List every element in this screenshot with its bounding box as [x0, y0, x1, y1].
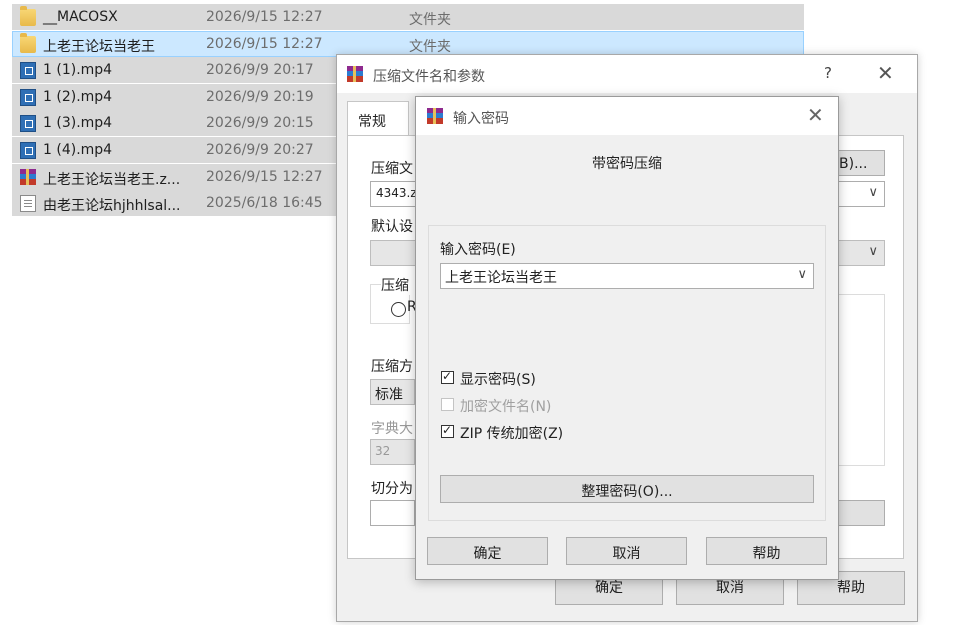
file-row-selected[interactable]: 上老王论坛当老王 2026/9/15 12:27 文件夹: [12, 30, 804, 57]
winrar-icon: [427, 108, 443, 124]
format-group-label: 压缩: [381, 275, 411, 295]
video-file-icon: [20, 88, 36, 106]
file-name: 上老王论坛当老王.z...: [43, 171, 181, 188]
file-name: 1 (2).mp4: [43, 88, 113, 105]
winrar-icon: [347, 66, 363, 82]
close-icon[interactable]: ✕: [807, 103, 824, 127]
title-bar: 输入密码 ✕: [416, 97, 838, 135]
organize-passwords-button[interactable]: 整理密码(O)...: [440, 475, 814, 503]
chevron-down-icon: ∨: [868, 244, 878, 259]
dictionary-size-value: 32: [375, 444, 391, 458]
format-group: 压缩 R: [370, 275, 417, 324]
chevron-down-icon: ∨: [797, 267, 807, 282]
method-combo[interactable]: 标准: [370, 379, 415, 405]
file-name: 1 (3).mp4: [43, 115, 113, 132]
video-file-icon: [20, 115, 36, 133]
help-button[interactable]: 帮助: [706, 537, 827, 565]
file-name: 由老王论坛hjhhlsal...: [43, 198, 181, 215]
split-label: 切分为: [371, 481, 413, 497]
help-icon[interactable]: ?: [824, 64, 832, 82]
method-label: 压缩方: [371, 359, 413, 375]
dialog-title: 输入密码: [453, 111, 509, 127]
title-bar: 压缩文件名和参数 ? ✕: [337, 55, 917, 93]
ok-button-label: 确定: [473, 546, 502, 562]
checkbox-checked-icon: [441, 423, 454, 438]
file-name: __MACOSX: [43, 9, 118, 25]
file-name: 1 (1).mp4: [43, 62, 113, 79]
ok-button-label: 确定: [595, 580, 623, 596]
password-heading: 带密码压缩: [592, 156, 662, 172]
file-row[interactable]: __MACOSX 2026/9/15 12:27 文件夹: [12, 4, 804, 30]
checkbox-empty-icon: [441, 398, 454, 411]
folder-icon: [20, 32, 36, 53]
file-date: 2026/9/9 20:15: [206, 115, 314, 132]
help-button-label: 帮助: [837, 580, 865, 596]
split-volume-combo[interactable]: [370, 500, 415, 526]
file-type: 文件夹: [409, 12, 451, 28]
organize-passwords-label: 整理密码(O)...: [581, 484, 673, 500]
cancel-button-label: 取消: [716, 580, 744, 596]
encrypt-filenames-label: 加密文件名(N): [460, 399, 552, 415]
enter-password-dialog: 输入密码 ✕ 带密码压缩 输入密码(E) 上老王论坛当老王 ∨ 显示密码(S) …: [415, 96, 839, 580]
video-file-icon: [20, 62, 36, 80]
winrar-archive-icon: [20, 168, 36, 186]
file-date: 2025/6/18 16:45: [206, 195, 323, 212]
video-file-icon: [20, 141, 36, 159]
file-name: 1 (4).mp4: [43, 141, 113, 158]
cancel-button-label: 取消: [612, 546, 641, 562]
password-input[interactable]: 上老王论坛当老王 ∨: [440, 263, 814, 289]
method-value: 标准: [375, 387, 403, 403]
dictionary-size-combo[interactable]: 32: [370, 439, 415, 465]
ok-button[interactable]: 确定: [427, 537, 548, 565]
dictionary-size-label: 字典大: [371, 421, 413, 437]
show-password-label: 显示密码(S): [460, 372, 536, 388]
archive-name-label: 压缩文: [371, 161, 413, 177]
chevron-down-icon: ∨: [868, 185, 878, 200]
zip-legacy-encryption-label: ZIP 传统加密(Z): [460, 426, 564, 442]
password-group: 输入密码(E) 上老王论坛当老王 ∨ 显示密码(S) 加密文件名(N) ZIP …: [428, 225, 826, 521]
file-date: 2026/9/9 20:19: [206, 88, 314, 105]
close-icon[interactable]: ✕: [877, 61, 894, 85]
checkbox-checked-icon: [441, 369, 454, 384]
cancel-button[interactable]: 取消: [566, 537, 687, 565]
help-button-label: 帮助: [752, 546, 781, 562]
folder-icon: [20, 6, 36, 26]
file-date: 2026/9/15 12:27: [206, 168, 323, 185]
archive-name-value: 4343.z: [376, 186, 417, 200]
password-label: 输入密码(E): [440, 242, 516, 258]
default-profile-label: 默认设: [371, 219, 413, 235]
tab-general[interactable]: 常规: [347, 101, 409, 135]
format-radio[interactable]: [391, 302, 406, 317]
file-date: 2026/9/15 12:27: [206, 9, 323, 25]
tab-general-label: 常规: [358, 114, 386, 130]
file-date: 2026/9/9 20:27: [206, 141, 314, 158]
file-date: 2026/9/15 12:27: [206, 35, 323, 52]
file-name: 上老王论坛当老王: [43, 38, 155, 55]
password-value: 上老王论坛当老王: [445, 270, 557, 286]
file-date: 2026/9/9 20:17: [206, 62, 314, 79]
file-type: 文件夹: [409, 38, 451, 55]
dialog-title: 压缩文件名和参数: [373, 69, 485, 85]
text-file-icon: [20, 195, 36, 213]
